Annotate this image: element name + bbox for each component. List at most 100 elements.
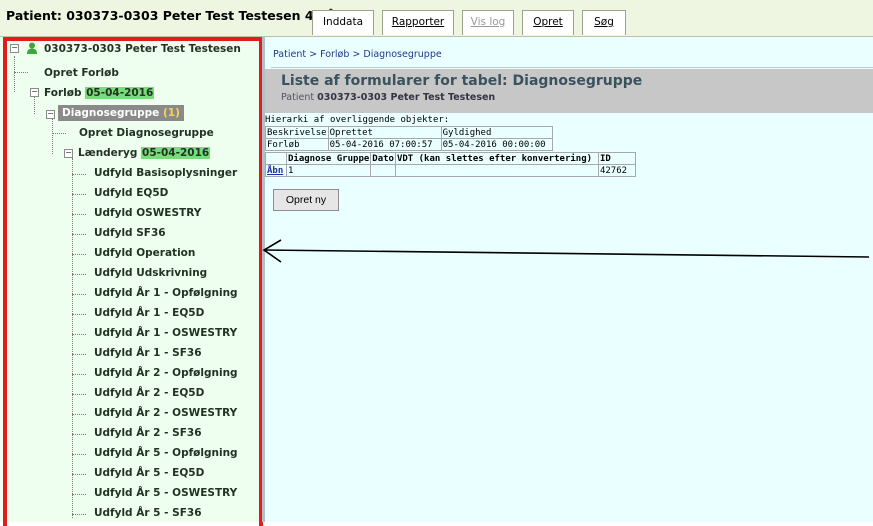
table-cell: 05-04-2016 07:00:57 bbox=[327, 138, 442, 151]
tree-connector bbox=[14, 72, 28, 73]
tree-forloeb[interactable]: Forløb 05-04-2016 bbox=[44, 87, 155, 99]
tree-form-item[interactable]: Udfyld År 2 - OSWESTRY bbox=[94, 407, 237, 419]
tree-form-item[interactable]: Udfyld EQ5D bbox=[94, 187, 168, 199]
tab-label: Inddata bbox=[322, 16, 364, 28]
tree-node-label: Forløb bbox=[44, 87, 82, 99]
tree-form-item[interactable]: Udfyld År 1 - EQ5D bbox=[94, 307, 204, 319]
tree-connector bbox=[14, 56, 15, 92]
tree-form-item[interactable]: Udfyld Udskrivning bbox=[94, 267, 207, 279]
tree-diagnosegruppe[interactable]: Diagnosegruppe (1) bbox=[58, 105, 184, 121]
table-header-cell: VDT (kan slettes efter konvertering) bbox=[394, 152, 599, 165]
forms-table: Diagnose Gruppe Dato VDT (kan slettes ef… bbox=[265, 152, 636, 177]
tree-node-label: Lænderyg bbox=[78, 147, 138, 159]
table-header-row: Beskrivelse Oprettet Gyldighed bbox=[265, 126, 553, 139]
open-link-cell: Åbn bbox=[265, 164, 287, 177]
tree-connector bbox=[72, 214, 86, 215]
top-bar: Patient: 030373-0303 Peter Test Testesen… bbox=[0, 0, 873, 37]
tree-connector bbox=[34, 96, 35, 114]
tree-connector bbox=[72, 158, 73, 518]
tree-node-count: (1) bbox=[162, 107, 180, 119]
breadcrumb[interactable]: Patient > Forløb > Diagnosegruppe bbox=[273, 49, 442, 60]
tab-soeg[interactable]: Søg bbox=[582, 10, 626, 35]
table-row: Forløb 05-04-2016 07:00:57 05-04-2016 00… bbox=[265, 138, 553, 151]
table-header-cell: Dato bbox=[370, 152, 396, 165]
table-header-cell: Gyldighed bbox=[440, 126, 553, 139]
tree-laenderyg[interactable]: Lænderyg 05-04-2016 bbox=[78, 147, 211, 159]
tree-opret-forloeb[interactable]: Opret Forløb bbox=[44, 67, 119, 79]
opret-ny-button[interactable]: Opret ny bbox=[273, 189, 339, 211]
tree-connector bbox=[72, 234, 86, 235]
tree-connector bbox=[72, 374, 86, 375]
table-row: Åbn 1 42762 bbox=[265, 164, 636, 177]
table-header-row: Diagnose Gruppe Dato VDT (kan slettes ef… bbox=[265, 152, 636, 165]
tree-connector bbox=[72, 414, 86, 415]
tree-connector bbox=[72, 514, 86, 515]
tab-opret[interactable]: Opret bbox=[522, 10, 574, 35]
tree-connector bbox=[72, 474, 86, 475]
tree-connector bbox=[72, 254, 86, 255]
tree-connector bbox=[72, 494, 86, 495]
tab-label: Søg bbox=[594, 16, 614, 28]
tab-inddata[interactable]: Inddata bbox=[312, 10, 374, 35]
tree-connector bbox=[72, 194, 86, 195]
tree-node-date: 05-04-2016 bbox=[85, 87, 155, 99]
open-link[interactable]: Åbn bbox=[267, 166, 283, 176]
tree-form-item[interactable]: Udfyld År 2 - Opfølgning bbox=[94, 367, 238, 379]
collapse-toggle-laenderyg[interactable]: − bbox=[64, 149, 73, 158]
tree-form-item[interactable]: Udfyld År 5 - OSWESTRY bbox=[94, 487, 237, 499]
tree-form-item[interactable]: Udfyld År 2 - SF36 bbox=[94, 427, 202, 439]
tree-form-item[interactable]: Udfyld SF36 bbox=[94, 227, 166, 239]
table-header-cell bbox=[265, 152, 287, 165]
tab-rapporter[interactable]: Rapporter bbox=[382, 10, 454, 35]
hierarchy-label: Hierarki af overliggende objekter: bbox=[265, 115, 450, 125]
tree-connector bbox=[72, 394, 86, 395]
tree-patient[interactable]: 030373-0303 Peter Test Testesen bbox=[44, 43, 241, 55]
tab-label: Vis log bbox=[470, 16, 506, 28]
tab-vis-log: Vis log bbox=[462, 10, 514, 35]
page-subtitle: Patient 030373-0303 Peter Test Testesen bbox=[281, 92, 495, 103]
tree-connector bbox=[72, 334, 86, 335]
collapse-toggle-patient[interactable]: − bbox=[10, 44, 19, 53]
tree-node-date: 05-04-2016 bbox=[141, 147, 211, 159]
tree-form-item[interactable]: Udfyld År 1 - SF36 bbox=[94, 347, 202, 359]
page-title: Liste af formularer for tabel: Diagnoseg… bbox=[281, 73, 643, 89]
tree-connector bbox=[72, 354, 86, 355]
tree-form-item[interactable]: Udfyld Basisoplysninger bbox=[94, 167, 237, 179]
table-cell bbox=[394, 164, 599, 177]
tree-form-item[interactable]: Udfyld OSWESTRY bbox=[94, 207, 201, 219]
table-header-cell: Diagnose Gruppe bbox=[285, 152, 372, 165]
table-header-cell: ID bbox=[597, 152, 636, 165]
table-cell: 42762 bbox=[597, 164, 636, 177]
tree-form-item[interactable]: Udfyld År 1 - OSWESTRY bbox=[94, 327, 237, 339]
table-header-cell: Beskrivelse bbox=[265, 126, 329, 139]
person-icon bbox=[27, 42, 37, 54]
table-cell bbox=[370, 164, 396, 177]
collapse-toggle-forloeb[interactable]: − bbox=[30, 88, 39, 97]
tree-connector bbox=[72, 454, 86, 455]
subtitle-prefix: Patient bbox=[281, 92, 315, 103]
divider bbox=[271, 67, 873, 68]
tree-form-item[interactable]: Udfyld År 5 - EQ5D bbox=[94, 467, 204, 479]
table-header-cell: Oprettet bbox=[327, 126, 442, 139]
table-cell: Forløb bbox=[265, 138, 329, 151]
tree-form-item[interactable]: Udfyld Operation bbox=[94, 247, 195, 259]
tab-label: Opret bbox=[533, 16, 563, 28]
tree-form-item[interactable]: Udfyld År 1 - Opfølgning bbox=[94, 287, 238, 299]
tree-connector bbox=[72, 274, 86, 275]
subtitle-patient: 030373-0303 Peter Test Testesen bbox=[317, 92, 496, 103]
tree-connector bbox=[72, 434, 86, 435]
tree-opret-diagnosegruppe[interactable]: Opret Diagnosegruppe bbox=[79, 127, 214, 139]
table-cell: 05-04-2016 00:00:00 bbox=[440, 138, 553, 151]
tree-connector bbox=[72, 294, 86, 295]
tree-form-item[interactable]: Udfyld År 5 - SF36 bbox=[94, 507, 202, 519]
hierarchy-table: Beskrivelse Oprettet Gyldighed Forløb 05… bbox=[265, 126, 553, 151]
tab-label: Rapporter bbox=[391, 16, 445, 28]
patient-header-label: Patient: 030373-0303 Peter Test Testesen… bbox=[6, 8, 342, 23]
tree-form-item[interactable]: Udfyld År 5 - Opfølgning bbox=[94, 447, 238, 459]
table-cell: 1 bbox=[285, 164, 372, 177]
tree-connector bbox=[72, 314, 86, 315]
tree-form-item[interactable]: Udfyld År 2 - EQ5D bbox=[94, 387, 204, 399]
tree-connector bbox=[52, 133, 66, 134]
collapse-toggle-diagnosegruppe[interactable]: − bbox=[46, 110, 55, 119]
tree-node-label: Diagnosegruppe bbox=[62, 107, 160, 119]
